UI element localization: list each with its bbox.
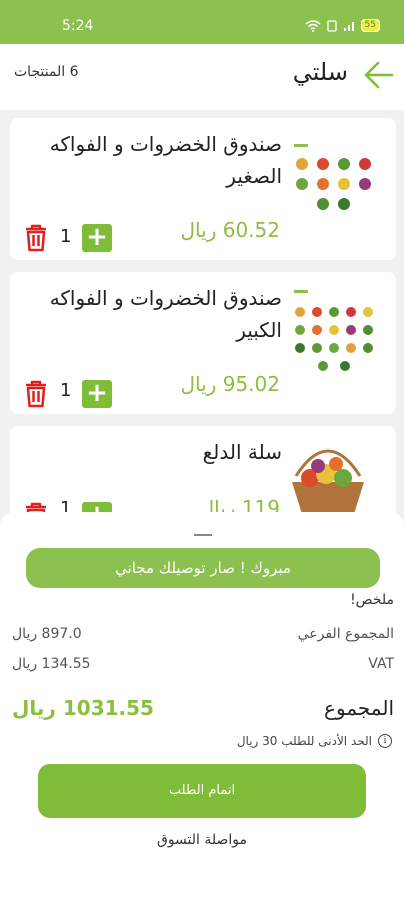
- subtotal-value: 897.0 ريال: [12, 626, 82, 642]
- product-image[interactable]: [288, 436, 368, 516]
- product-image[interactable]: [290, 130, 384, 228]
- total-label: المجموع: [324, 696, 394, 720]
- app-header: 6 المنتجات سلتي: [0, 44, 404, 110]
- trash-icon[interactable]: [24, 380, 48, 408]
- product-name[interactable]: سلة الدلع: [42, 436, 282, 468]
- order-summary-sheet: مبروك ! صار توصيلك مجاني ملخص! 897.0 ريا…: [0, 512, 404, 900]
- subtotal-label: المجموع الفرعي: [297, 626, 394, 642]
- product-image[interactable]: [290, 284, 384, 384]
- increase-qty-button[interactable]: +: [82, 224, 112, 252]
- info-icon: i: [378, 734, 392, 748]
- battery-icon: 55: [360, 19, 380, 32]
- free-delivery-banner: مبروك ! صار توصيلك مجاني: [26, 548, 380, 588]
- continue-shopping-link[interactable]: مواصلة التسوق: [0, 832, 404, 848]
- quantity-value: 1: [60, 380, 72, 401]
- min-order-text: الحد الأدنى للطلب 30 ريال: [236, 734, 372, 748]
- product-price: 60.52 ريال: [180, 218, 280, 242]
- product-name[interactable]: صندوق الخضروات و الفواكه الكبير: [42, 282, 282, 346]
- total-value: 1031.55 ريال: [12, 696, 154, 720]
- status-time: 5:24: [62, 18, 94, 34]
- status-icons: 55: [305, 19, 380, 32]
- wifi-icon: [305, 19, 321, 32]
- vat-label: VAT: [368, 656, 394, 672]
- product-name[interactable]: صندوق الخضروات و الفواكه الصغير: [42, 128, 282, 192]
- back-arrow-icon[interactable]: [362, 58, 396, 92]
- page-title: سلتي: [292, 58, 348, 86]
- signal-icon: [343, 21, 354, 31]
- cart-item: صندوق الخضروات و الفواكه الصغير 60.52 ري…: [10, 118, 396, 260]
- sim-icon: [326, 19, 337, 32]
- quantity-value: 1: [60, 226, 72, 247]
- cart-item: صندوق الخضروات و الفواكه الكبير 95.02 ري…: [10, 272, 396, 414]
- trash-icon[interactable]: [24, 224, 48, 252]
- status-bar: 5:24 55: [0, 0, 404, 44]
- product-price: 95.02 ريال: [180, 372, 280, 396]
- summary-title: ملخص!: [350, 592, 394, 608]
- products-count: 6 المنتجات: [14, 64, 79, 80]
- vat-value: 134.55 ريال: [12, 656, 91, 672]
- checkout-button[interactable]: اتمام الطلب: [38, 764, 366, 818]
- increase-qty-button[interactable]: +: [82, 380, 112, 408]
- min-order-note: i الحد الأدنى للطلب 30 ريال: [237, 734, 392, 748]
- sheet-handle[interactable]: [194, 534, 212, 536]
